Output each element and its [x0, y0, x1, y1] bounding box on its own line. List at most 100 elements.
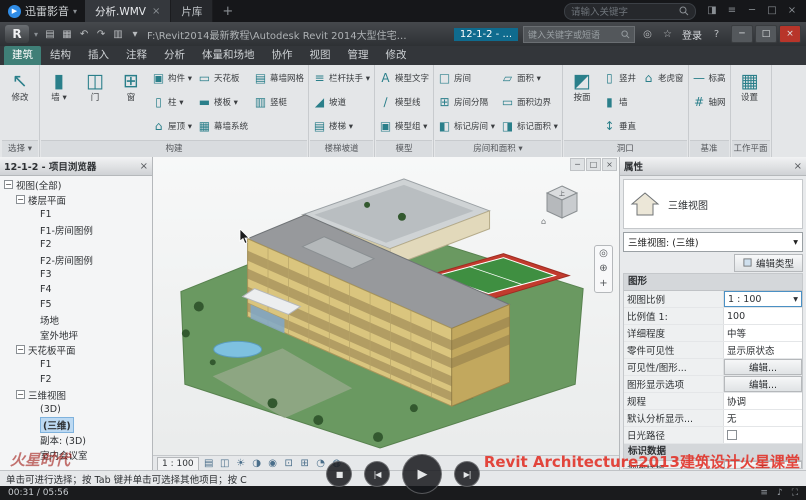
- panel-label[interactable]: 基准: [690, 140, 729, 157]
- ribbon-tab-1[interactable]: 建筑: [4, 46, 41, 65]
- room-separator-button[interactable]: ⊞房间分隔: [435, 90, 498, 114]
- next-button[interactable]: ▶|: [454, 461, 480, 487]
- floor-button[interactable]: ▬楼板 ▾: [195, 90, 251, 114]
- expand-icon[interactable]: −: [4, 180, 13, 189]
- open-icon[interactable]: ▤: [43, 29, 57, 40]
- player-tab[interactable]: 分析.WMV×: [85, 0, 171, 22]
- communication-center-icon[interactable]: ◎: [640, 29, 655, 40]
- revit-search-box[interactable]: 键入关键字或短语: [523, 26, 635, 43]
- property-value[interactable]: 中等: [724, 325, 802, 341]
- tree-item[interactable]: 副本: (3D): [0, 432, 152, 447]
- ribbon-tab-5[interactable]: 分析: [156, 46, 193, 65]
- type-selector-dropdown[interactable]: 三维视图: (三维) ▾: [623, 232, 803, 252]
- shaft-button[interactable]: ▯竖井: [600, 66, 639, 90]
- tree-item[interactable]: F1-房间图例: [0, 222, 152, 237]
- view-restore-icon[interactable]: □: [586, 158, 601, 171]
- property-value[interactable]: [724, 427, 802, 443]
- crop-view-icon[interactable]: ⊡: [282, 458, 296, 469]
- tree-item[interactable]: −天花板平面: [0, 342, 152, 357]
- undo-icon[interactable]: ↶: [77, 29, 91, 40]
- mullion-button[interactable]: ▥竖梃: [251, 90, 307, 114]
- tag-area-button[interactable]: ◨标记面积 ▾: [498, 114, 561, 138]
- help-icon[interactable]: ?: [709, 29, 724, 40]
- tree-item[interactable]: −三维视图: [0, 387, 152, 402]
- window-button[interactable]: ⊞窗: [113, 66, 149, 140]
- previous-button[interactable]: |◀: [364, 461, 390, 487]
- expand-icon[interactable]: −: [16, 345, 25, 354]
- panel-label[interactable]: 洞口: [564, 140, 687, 157]
- visual-style-icon[interactable]: ◫: [218, 458, 232, 469]
- tree-item[interactable]: F4: [0, 282, 152, 297]
- view-minimize-icon[interactable]: ─: [570, 158, 585, 171]
- property-value[interactable]: 无: [724, 410, 802, 426]
- project-browser-header[interactable]: 12-1-2 - 项目浏览器 ×: [0, 157, 152, 176]
- model-line-button[interactable]: ∕模型线: [376, 90, 432, 114]
- pan-icon[interactable]: +: [599, 279, 607, 289]
- revit-restore-icon[interactable]: □: [755, 25, 777, 43]
- properties-header[interactable]: 属性 ×: [620, 157, 806, 176]
- vertical-opening-button[interactable]: ↕垂直: [600, 114, 639, 138]
- model-group-button[interactable]: ▣模型组 ▾: [376, 114, 432, 138]
- ceiling-button[interactable]: ▭天花板: [195, 66, 251, 90]
- show-crop-icon[interactable]: ⊞: [298, 458, 312, 469]
- revit-minimize-icon[interactable]: ─: [731, 25, 753, 43]
- play-pause-button[interactable]: ▶: [402, 454, 442, 494]
- main-menu-icon[interactable]: ≡: [722, 0, 742, 22]
- player-logo[interactable]: ▶ 迅雷影音 ▾: [0, 3, 85, 19]
- fullscreen-icon[interactable]: ⛶: [792, 488, 798, 498]
- volume-icon[interactable]: ♪: [777, 488, 783, 498]
- ribbon-tab-4[interactable]: 注释: [118, 46, 155, 65]
- column-button[interactable]: ▯柱 ▾: [149, 90, 195, 114]
- dormer-button[interactable]: ⌂老虎窗: [639, 66, 687, 90]
- save-icon[interactable]: ▦: [60, 29, 74, 40]
- scale-button[interactable]: 1 : 100: [157, 457, 199, 471]
- room-button[interactable]: □房间: [435, 66, 498, 90]
- skin-icon[interactable]: ◨: [702, 0, 722, 22]
- wall-button[interactable]: ▮墙 ▾: [41, 66, 77, 140]
- tree-item[interactable]: F1: [0, 357, 152, 372]
- checkbox-icon[interactable]: [727, 430, 737, 440]
- player-search-box[interactable]: 请输入关键字: [564, 3, 696, 20]
- tree-item[interactable]: (3D): [0, 402, 152, 417]
- redo-icon[interactable]: ↷: [94, 29, 108, 40]
- expand-icon[interactable]: −: [16, 390, 25, 399]
- tree-item[interactable]: F5: [0, 297, 152, 312]
- expand-icon[interactable]: −: [16, 195, 25, 204]
- property-value[interactable]: 显示原状态: [724, 342, 802, 358]
- door-button[interactable]: ◫门: [77, 66, 113, 140]
- close-icon[interactable]: ×: [794, 161, 802, 172]
- tree-item[interactable]: (三维): [0, 417, 152, 432]
- ribbon-tab-8[interactable]: 视图: [302, 46, 339, 65]
- zoom-icon[interactable]: ⊕: [599, 264, 607, 274]
- stop-button[interactable]: ■: [326, 461, 352, 487]
- render-icon[interactable]: ◉: [266, 458, 280, 469]
- shadows-icon[interactable]: ◑: [250, 458, 264, 469]
- favorites-star-icon[interactable]: ☆: [660, 29, 675, 40]
- property-value[interactable]: 编辑...: [724, 376, 802, 392]
- opening-by-face-button[interactable]: ◩按面: [564, 66, 600, 140]
- revit-close-icon[interactable]: ×: [779, 25, 801, 43]
- viewcube[interactable]: 上 ⌂: [539, 181, 585, 227]
- grid-button[interactable]: #轴网: [690, 90, 729, 114]
- player-tab[interactable]: 片库: [171, 0, 213, 22]
- level-button[interactable]: —标高: [690, 66, 729, 90]
- edit-type-button[interactable]: 编辑类型: [734, 254, 803, 272]
- revit-logo[interactable]: R: [5, 25, 29, 43]
- search-icon[interactable]: [621, 30, 630, 39]
- home-icon[interactable]: ⌂: [541, 217, 546, 226]
- railing-button[interactable]: ≡栏杆扶手 ▾: [310, 66, 373, 90]
- model-text-button[interactable]: A模型文字: [376, 66, 432, 90]
- panel-label[interactable]: 工作平面: [732, 140, 770, 157]
- component-button[interactable]: ▣构件 ▾: [149, 66, 195, 90]
- tree-item[interactable]: F2: [0, 237, 152, 252]
- close-icon[interactable]: ×: [782, 0, 802, 22]
- dropdown-arrow-icon[interactable]: ▾: [793, 294, 798, 305]
- close-icon[interactable]: ×: [140, 161, 148, 172]
- wall-opening-button[interactable]: ▮墙: [600, 90, 639, 114]
- view-close-icon[interactable]: ×: [602, 158, 617, 171]
- qat-dropdown-icon[interactable]: ▾: [128, 29, 142, 40]
- app-menu-arrow-icon[interactable]: ▾: [34, 30, 38, 39]
- tree-item[interactable]: F2: [0, 372, 152, 387]
- curtain-grid-button[interactable]: ▤幕墙网格: [251, 66, 307, 90]
- ribbon-tab-7[interactable]: 协作: [264, 46, 301, 65]
